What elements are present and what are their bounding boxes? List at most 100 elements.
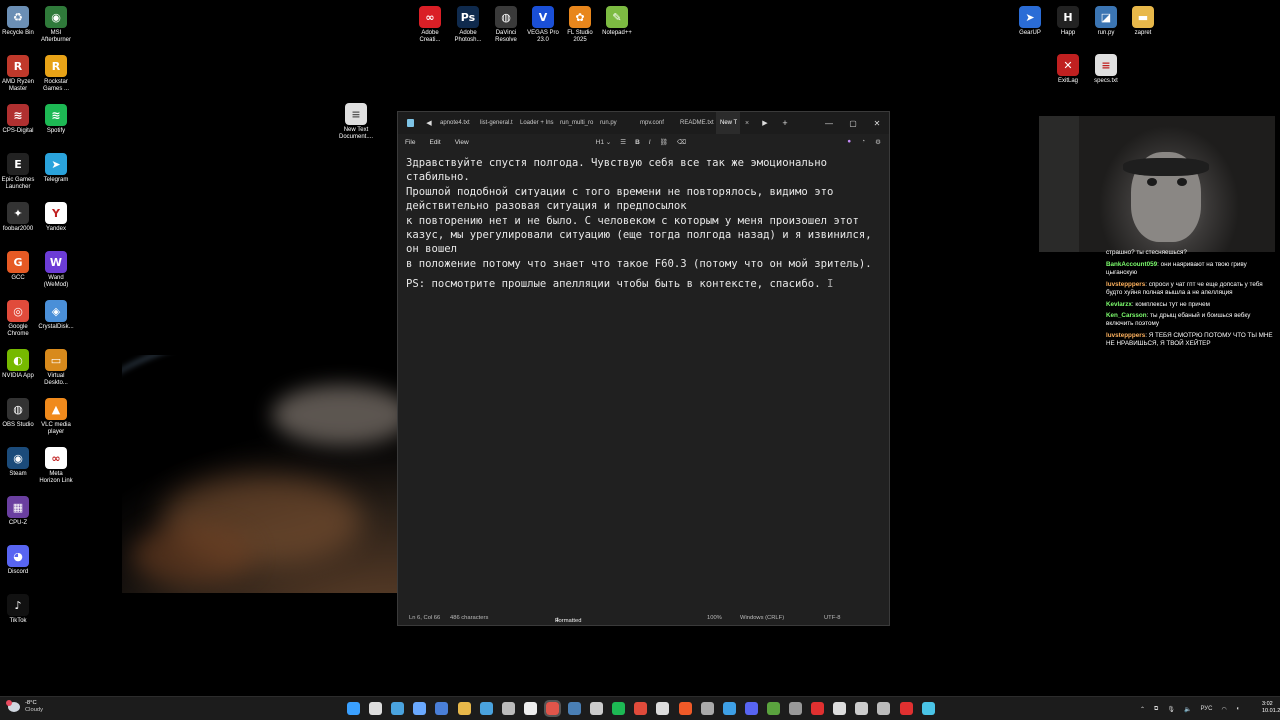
taskbar-minecraft-icon[interactable]: [766, 702, 780, 715]
taskbar-gearup-icon[interactable]: [543, 700, 561, 717]
bold-button[interactable]: B: [635, 139, 640, 146]
wifi-icon[interactable]: ◠: [1221, 706, 1226, 713]
italic-button[interactable]: I: [649, 139, 651, 146]
desktop-icon-folder[interactable]: ▬ zapret: [1121, 6, 1165, 37]
taskbar-discord-icon[interactable]: [744, 702, 758, 715]
taskbar-help-icon[interactable]: [413, 702, 427, 715]
taskbar-chrome-icon[interactable]: [634, 702, 648, 715]
taskbar-spotify-icon[interactable]: [612, 702, 626, 715]
desktop-icon-virtual-desktop[interactable]: ▭ Virtual Deskto...: [34, 349, 78, 387]
taskbar-happ-icon[interactable]: [833, 702, 847, 715]
taskbar-yandex-icon[interactable]: [899, 702, 913, 715]
desktop-icon-cpu-z[interactable]: ▦ CPU-Z: [0, 496, 40, 527]
desktop-icon-spotify[interactable]: ≋ Spotify: [34, 104, 78, 135]
taskbar-monitor-icon[interactable]: [877, 702, 891, 715]
taskbar-folder-icon[interactable]: [457, 702, 471, 715]
maximize-icon[interactable]: ▢: [841, 119, 865, 128]
close-tab-icon[interactable]: ×: [740, 120, 754, 127]
settings-gear-icon[interactable]: ⚙: [875, 138, 881, 146]
notepad-tab[interactable]: mpv.conf: [636, 112, 676, 134]
desktop-icon-crystaldisk[interactable]: ◈ CrystalDisk...: [34, 300, 78, 331]
zoom-level[interactable]: 100%: [707, 615, 722, 621]
taskbar-store-icon[interactable]: [523, 702, 537, 715]
link-button[interactable]: ⛓: [660, 138, 668, 146]
mic-icon[interactable]: 🎙: [1167, 706, 1175, 713]
chat-username[interactable]: Kevlarzx: [1106, 301, 1132, 308]
notepad-tab[interactable]: README.txt: [676, 112, 716, 134]
account-icon[interactable]: ◔: [861, 138, 865, 146]
taskbar-sound-icon[interactable]: [789, 702, 802, 715]
desktop-icon-label: CrystalDisk...: [38, 324, 74, 330]
desktop-icon-notepadpp[interactable]: ✎ Notepad++: [595, 6, 639, 37]
taskbar-edge-icon[interactable]: [722, 702, 736, 715]
taskbar-terminal-icon[interactable]: [855, 702, 869, 715]
chat-message: страшно? ты стесняешься?: [1106, 249, 1276, 257]
chat-username[interactable]: luvstepppers: [1106, 332, 1145, 339]
copilot-icon[interactable]: ●: [847, 138, 851, 146]
desktop-icon-rockstar[interactable]: R Rockstar Games ...: [34, 55, 78, 93]
new-tab-icon[interactable]: +: [778, 118, 792, 128]
chat-username[interactable]: Ken_Carsson: [1106, 312, 1147, 319]
notepad-tab[interactable]: Loader + Ins: [516, 112, 556, 134]
desktop-icon-text-file[interactable]: ≡ specs.txt: [1084, 54, 1128, 85]
taskbar-exitlag-icon[interactable]: [811, 702, 825, 715]
tab-strip: apnote4.txt list-general.t Loader + Ins run…: [436, 112, 740, 134]
speaker-icon[interactable]: 🔈: [1184, 706, 1191, 713]
taskbar-pen-icon[interactable]: [435, 702, 449, 715]
amd-ryzen-icon: R: [7, 55, 29, 77]
desktop-icon-vlc[interactable]: ▲ VLC media player: [34, 398, 78, 436]
taskbar-settings-icon[interactable]: [590, 702, 604, 715]
encoding[interactable]: UTF-8: [824, 615, 840, 621]
notepad-tab[interactable]: run.py: [596, 112, 636, 134]
tab-scroll-left-icon[interactable]: ◀: [422, 119, 436, 127]
wand-icon: W: [45, 251, 67, 273]
line-ending[interactable]: Windows (CRLF): [740, 615, 784, 621]
tiktok-icon: ♪: [7, 594, 29, 616]
tab-scroll-right-icon[interactable]: ▶: [758, 119, 772, 127]
desktop-icon-tiktok[interactable]: ♪ TikTok: [0, 594, 40, 625]
language-indicator[interactable]: РУС: [1200, 706, 1212, 712]
menu-file[interactable]: File: [398, 139, 422, 146]
chat-message: luvstepppers: Я ТЕБЯ СМОТРЮ ПОТОМУ ЧТО Т…: [1106, 332, 1273, 348]
volume-icon[interactable]: ◖: [1236, 706, 1240, 712]
notepad-tab[interactable]: run_multi_ro: [556, 112, 596, 134]
desktop-icon-meta-horizon[interactable]: ∞ Meta Horizon Link: [34, 447, 78, 485]
desktop-icon-yandex[interactable]: Y Yandex: [34, 202, 78, 233]
taskbar-calc-icon[interactable]: [501, 702, 515, 715]
notepad-statusbar: Ln 6, Col 66 486 characters ⬇ Formatted …: [398, 611, 889, 625]
chat-message: Ken_Carsson: ты дрыщ ебаный и боишься ве…: [1106, 312, 1251, 328]
desktop-icon-discord[interactable]: ◕ Discord: [0, 545, 40, 576]
list-button[interactable]: ☰: [620, 138, 626, 146]
gcc-icon: G: [7, 251, 29, 273]
desktop-icon-wand[interactable]: W Wand (WeMod): [34, 251, 78, 289]
taskbar-notepad-icon[interactable]: [921, 702, 935, 715]
taskbar-search-icon[interactable]: [369, 702, 383, 715]
weather-widget[interactable]: -8°C Cloudy: [6, 700, 43, 714]
desktop-icon-telegram[interactable]: ➤ Telegram: [34, 153, 78, 184]
chevron-up-icon[interactable]: ⌃: [1140, 706, 1145, 713]
minimize-icon[interactable]: —: [817, 119, 841, 128]
taskbar-steam-icon[interactable]: [568, 702, 581, 715]
notepad-tab[interactable]: apnote4.txt: [436, 112, 476, 134]
notepad-text-area[interactable]: Здравствуйте спустя полгода. Чувствую се…: [406, 156, 884, 292]
network-icon[interactable]: ⧉: [1154, 706, 1158, 713]
close-window-icon[interactable]: ✕: [865, 119, 889, 128]
taskbar-generic-icon[interactable]: [700, 702, 714, 715]
clock[interactable]: 3:02 10.01.2026: [1262, 701, 1280, 715]
menu-edit[interactable]: Edit: [422, 139, 447, 146]
chat-username[interactable]: luvstepppers: [1106, 281, 1145, 288]
taskbar-chatgpt-icon[interactable]: [656, 702, 670, 715]
chat-username[interactable]: BankAccount059: [1106, 261, 1157, 268]
taskbar-mail-icon[interactable]: [479, 702, 493, 715]
notepad-tab[interactable]: list-general.t: [476, 112, 516, 134]
menu-view[interactable]: View: [448, 139, 476, 146]
taskbar-brave-icon[interactable]: [678, 702, 692, 715]
taskbar-start-icon[interactable]: [347, 702, 360, 715]
notepad-titlebar[interactable]: ◀ apnote4.txt list-general.t Loader + Ins r…: [398, 112, 889, 134]
desktop-icon-new-text-document[interactable]: ≡ New Text Document....: [334, 103, 378, 141]
clear-format-button[interactable]: ⌫: [677, 138, 686, 146]
notepad-tab[interactable]: New T: [716, 112, 740, 134]
desktop-icon-msi-afterburner[interactable]: ◉ MSI Afterburner: [34, 6, 78, 44]
heading-select[interactable]: H1 ⌄: [596, 138, 612, 146]
taskbar-photos-icon[interactable]: [391, 702, 405, 715]
